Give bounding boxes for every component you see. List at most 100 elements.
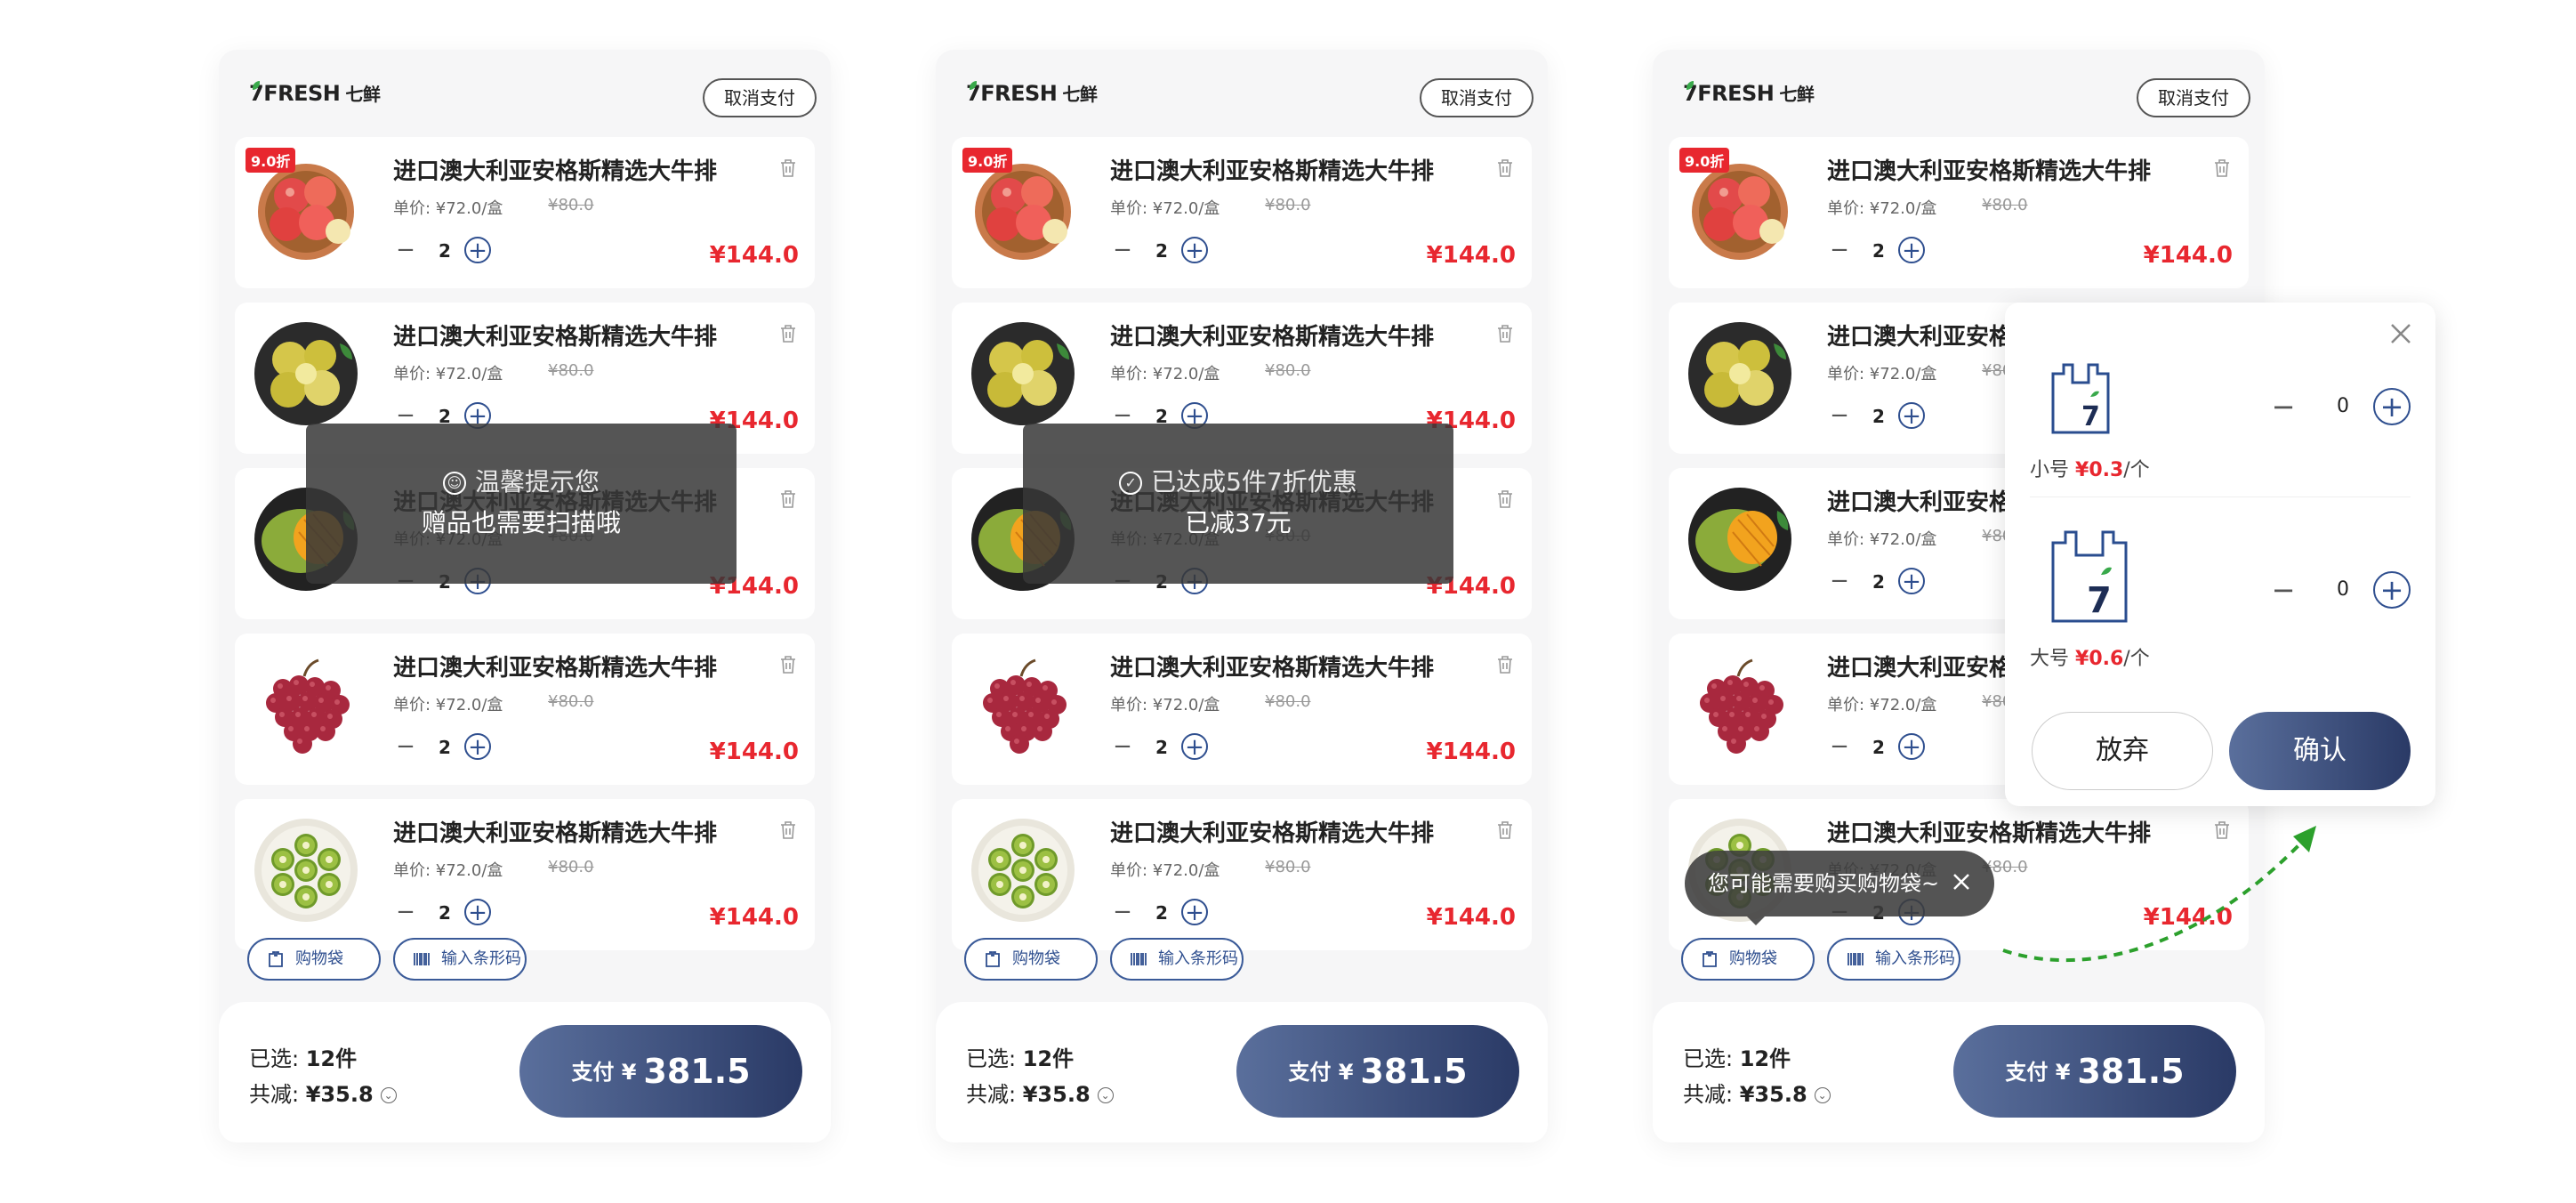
qty-plus-button[interactable]: + [464, 237, 491, 263]
qty-value: 2 [439, 240, 451, 262]
header: 7FRESH 七鲜 取消支付 [1653, 50, 2265, 139]
smile-icon: ☺ [442, 472, 466, 495]
total-discount[interactable]: 共减: ¥35.8 ⌄ [249, 1077, 397, 1108]
check-circle-icon: ✓ [1119, 472, 1143, 495]
qty-plus-button[interactable]: + [1898, 568, 1925, 594]
barcode-chip[interactable]: 输入条形码 [1110, 938, 1244, 981]
trash-icon[interactable] [779, 655, 797, 674]
line-total: ¥144.0 [2143, 242, 2233, 269]
large-bag-plus-button[interactable]: + [2373, 571, 2411, 609]
close-icon[interactable] [1952, 872, 1971, 892]
checkout-footer: 已选: 12件共减: ¥35.8 ⌄ 支付 ¥381.5 [1653, 1002, 2265, 1142]
small-bag-label: 小号 ¥0.3/个 [2030, 459, 2150, 481]
line-total: ¥144.0 [709, 242, 799, 269]
product-image [251, 815, 361, 925]
discard-button[interactable]: 放弃 [2032, 712, 2213, 790]
original-price: ¥80.0 [1265, 858, 1311, 876]
qty-plus-button[interactable]: + [1898, 402, 1925, 429]
qty-minus-button[interactable]: − [1827, 404, 1852, 429]
qty-plus-button[interactable]: + [1181, 899, 1208, 925]
shopping-bag-chip[interactable]: 购物袋 [247, 938, 381, 981]
toast-message: 赠品也需要扫描哦 [421, 508, 621, 537]
qty-minus-button[interactable]: − [1110, 900, 1135, 925]
cancel-payment-button[interactable]: 取消支付 [1420, 78, 1534, 117]
cancel-payment-button[interactable]: 取消支付 [703, 78, 817, 117]
large-bag-qty: 0 [2337, 578, 2349, 601]
qty-value: 2 [1155, 902, 1168, 924]
unit-price: 单价: ¥72.0/盒 [393, 861, 503, 880]
qty-minus-button[interactable]: − [1827, 735, 1852, 760]
shopping-bag-chip[interactable]: 购物袋 [964, 938, 1098, 981]
product-name: 进口澳大利亚安格斯精选大牛排 [1110, 158, 1435, 185]
product-card: 进口澳大利亚安格斯精选大牛排单价: ¥72.0/盒 ¥80.0 −2 + ¥144.0 [952, 634, 1532, 785]
header: 7FRESH 七鲜 取消支付 [936, 50, 1548, 139]
unit-price: 单价: ¥72.0/盒 [1827, 199, 1937, 218]
bag-suggestion-tooltip: 您可能需要购买购物袋~ [1685, 851, 1994, 925]
cancel-payment-button[interactable]: 取消支付 [2137, 78, 2250, 117]
toast-title: 已达成5件7折优惠 [1151, 467, 1357, 497]
product-image [968, 319, 1078, 429]
trash-icon[interactable] [1496, 655, 1514, 674]
pay-button[interactable]: 支付 ¥381.5 [1236, 1025, 1519, 1118]
original-price: ¥80.0 [1265, 361, 1311, 380]
original-price: ¥80.0 [548, 692, 594, 711]
large-bag-minus-button[interactable]: − [2270, 573, 2297, 607]
qty-value: 2 [1872, 571, 1885, 593]
product-name: 进口澳大利亚安格斯精选大牛排 [1110, 820, 1435, 847]
qty-minus-button[interactable]: − [1110, 735, 1135, 760]
unit-price: 单价: ¥72.0/盒 [393, 696, 503, 715]
chevron-down-icon[interactable]: ⌄ [1097, 1087, 1114, 1103]
close-icon[interactable] [2389, 322, 2412, 345]
qty-plus-button[interactable]: + [1181, 733, 1208, 760]
qty-minus-button[interactable]: − [393, 238, 418, 263]
qty-plus-button[interactable]: + [1181, 237, 1208, 263]
trash-icon[interactable] [779, 324, 797, 343]
product-name: 进口澳大利亚安格斯精选大牛排 [393, 324, 718, 351]
qty-minus-button[interactable]: − [393, 900, 418, 925]
product-image [1685, 484, 1795, 594]
large-bag-row: 7 大号 ¥0.6/个 − 0 + [2030, 530, 2412, 685]
qty-minus-button[interactable]: − [1110, 238, 1135, 263]
pay-button[interactable]: 支付 ¥381.5 [1953, 1025, 2236, 1118]
qty-plus-button[interactable]: + [464, 733, 491, 760]
unit-price: 单价: ¥72.0/盒 [1827, 530, 1937, 549]
total-discount[interactable]: 共减: ¥35.8 ⌄ [1683, 1077, 1831, 1108]
qty-value: 2 [1872, 737, 1885, 758]
line-total: ¥144.0 [1426, 904, 1516, 931]
qty-plus-button[interactable]: + [1898, 237, 1925, 263]
pay-button[interactable]: 支付 ¥381.5 [519, 1025, 802, 1118]
unit-price: 单价: ¥72.0/盒 [1110, 696, 1220, 715]
qty-plus-button[interactable]: + [464, 899, 491, 925]
trash-icon[interactable] [779, 820, 797, 840]
qty-minus-button[interactable]: − [1827, 238, 1852, 263]
barcode-chip[interactable]: 输入条形码 [393, 938, 527, 981]
barcode-chip[interactable]: 输入条形码 [1827, 938, 1960, 981]
chevron-down-icon[interactable]: ⌄ [1814, 1087, 1831, 1103]
product-name: 进口澳大利亚安格斯精选大牛排 [1110, 655, 1435, 682]
discount-badge: 9.0折 [962, 148, 1013, 173]
qty-minus-button[interactable]: − [1827, 569, 1852, 594]
shopping-bag-chip[interactable]: 购物袋 [1681, 938, 1815, 981]
svg-text:7: 7 [2087, 580, 2112, 621]
brand-logo: 7FRESH 七鲜 [1683, 81, 1815, 106]
trash-icon[interactable] [779, 489, 797, 509]
qty-value: 2 [1872, 406, 1885, 427]
small-bag-minus-button[interactable]: − [2270, 390, 2297, 424]
trash-icon[interactable] [779, 158, 797, 178]
trash-icon[interactable] [1496, 324, 1514, 343]
phone-panel-1: 7FRESH 七鲜 取消支付 9.0折 进口澳大利亚安格斯精选大牛排 单价: ¥72.0/… [219, 50, 831, 1142]
total-discount[interactable]: 共减: ¥35.8 ⌄ [966, 1077, 1114, 1108]
chevron-down-icon[interactable]: ⌄ [380, 1087, 397, 1103]
trash-icon[interactable] [1496, 158, 1514, 178]
original-price: ¥80.0 [1982, 196, 2028, 214]
selected-count: 已选: 12件 [1683, 1046, 1791, 1071]
qty-minus-button[interactable]: − [393, 735, 418, 760]
trash-icon[interactable] [2213, 158, 2231, 178]
trash-icon[interactable] [1496, 820, 1514, 840]
product-card: 进口澳大利亚安格斯精选大牛排单价: ¥72.0/盒 ¥80.0 −2 + ¥144.0 [235, 634, 815, 785]
qty-plus-button[interactable]: + [1898, 733, 1925, 760]
unit-price: 单价: ¥72.0/盒 [1110, 861, 1220, 880]
small-bag-plus-button[interactable]: + [2373, 388, 2411, 425]
trash-icon[interactable] [1496, 489, 1514, 509]
confirm-button[interactable]: 确认 [2229, 712, 2411, 790]
